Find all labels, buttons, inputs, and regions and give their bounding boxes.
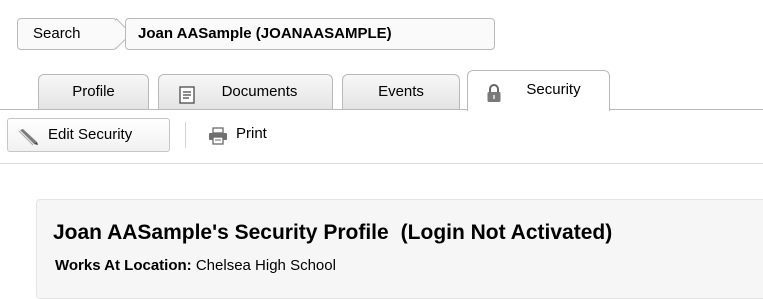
page-title: Joan AASample's Security Profile (Login N… bbox=[53, 221, 612, 245]
login-status: (Login Not Activated) bbox=[400, 221, 613, 244]
tab-profile[interactable]: Profile bbox=[38, 74, 149, 109]
breadcrumb-search-label: Search bbox=[33, 25, 81, 42]
breadcrumb-current-label: Joan AASample (JOANAASAMPLE) bbox=[138, 25, 392, 42]
tab-profile-label: Profile bbox=[72, 83, 115, 100]
print-label: Print bbox=[236, 125, 267, 142]
tab-security[interactable]: Security bbox=[467, 70, 610, 111]
print-button[interactable]: Print bbox=[208, 118, 267, 152]
security-profile-panel: Joan AASample's Security Profile (Login N… bbox=[36, 199, 763, 299]
breadcrumb-current: Joan AASample (JOANAASAMPLE) bbox=[125, 18, 495, 50]
toolbar: Edit Security Print bbox=[0, 112, 763, 164]
pencil-icon bbox=[17, 126, 39, 158]
tab-bar-divider bbox=[0, 109, 763, 110]
location-label: Works At Location: bbox=[55, 257, 192, 274]
tab-events[interactable]: Events bbox=[342, 74, 460, 109]
tab-events-label: Events bbox=[378, 83, 424, 100]
tab-security-label: Security bbox=[526, 81, 581, 98]
tab-documents-label: Documents bbox=[221, 83, 298, 100]
profile-title: Joan AASample's Security Profile bbox=[53, 221, 389, 244]
edit-security-label: Edit Security bbox=[48, 126, 133, 143]
toolbar-divider bbox=[0, 163, 763, 164]
printer-icon bbox=[208, 125, 228, 157]
tab-bar: Profile Documents Events Security bbox=[0, 70, 763, 111]
toolbar-separator bbox=[185, 122, 186, 148]
breadcrumb-search[interactable]: Search bbox=[17, 18, 117, 50]
location-value: Chelsea High School bbox=[195, 257, 336, 274]
lock-icon bbox=[486, 80, 502, 118]
location-row: Works At Location: Chelsea High School bbox=[55, 257, 336, 274]
edit-security-button[interactable]: Edit Security bbox=[7, 118, 170, 152]
tab-documents[interactable]: Documents bbox=[158, 74, 333, 109]
